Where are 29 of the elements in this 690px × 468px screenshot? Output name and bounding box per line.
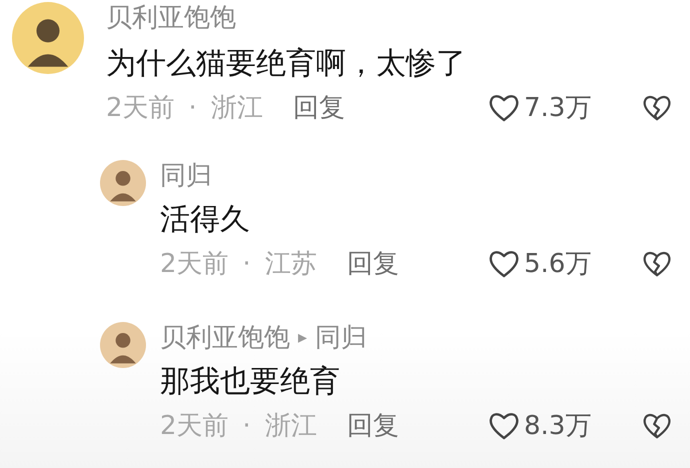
author-name[interactable]: 同归 (160, 160, 212, 192)
reply-arrow: ▸ (298, 326, 308, 350)
reply-link[interactable]: 回复 (346, 246, 399, 282)
comment-text: 为什么猫要绝育啊，太惨了 (106, 45, 467, 83)
comment-time: 2天前 (106, 92, 175, 125)
separator-dot: · (242, 248, 251, 281)
avatar[interactable] (100, 160, 146, 206)
comment-text: 活得久 (160, 201, 251, 239)
avatar[interactable] (12, 2, 84, 74)
like-count: 7.3万 (524, 92, 592, 125)
author-name[interactable]: 贝利亚饱饱 (160, 322, 290, 354)
reply-link[interactable]: 回复 (346, 408, 399, 444)
comment-time: 2天前 (160, 248, 229, 281)
comment-location: 江苏 (264, 248, 317, 281)
reply-to-name[interactable]: 同归 (315, 322, 368, 354)
like-count: 5.6万 (524, 248, 592, 281)
separator-dot: · (242, 410, 251, 443)
avatar[interactable] (100, 322, 146, 368)
heart-icon[interactable] (488, 93, 520, 123)
heart-icon[interactable] (488, 411, 520, 441)
comment-time: 2天前 (160, 410, 229, 443)
author-name[interactable]: 贝利亚饱饱 (106, 2, 236, 34)
like-count: 8.3万 (524, 410, 592, 443)
reply-link[interactable]: 回复 (292, 90, 345, 126)
comment-text: 那我也要绝育 (160, 363, 341, 401)
separator-dot: · (188, 92, 197, 125)
comment-location: 浙江 (210, 92, 263, 125)
comment-location: 浙江 (264, 410, 317, 443)
heart-icon[interactable] (488, 249, 520, 279)
